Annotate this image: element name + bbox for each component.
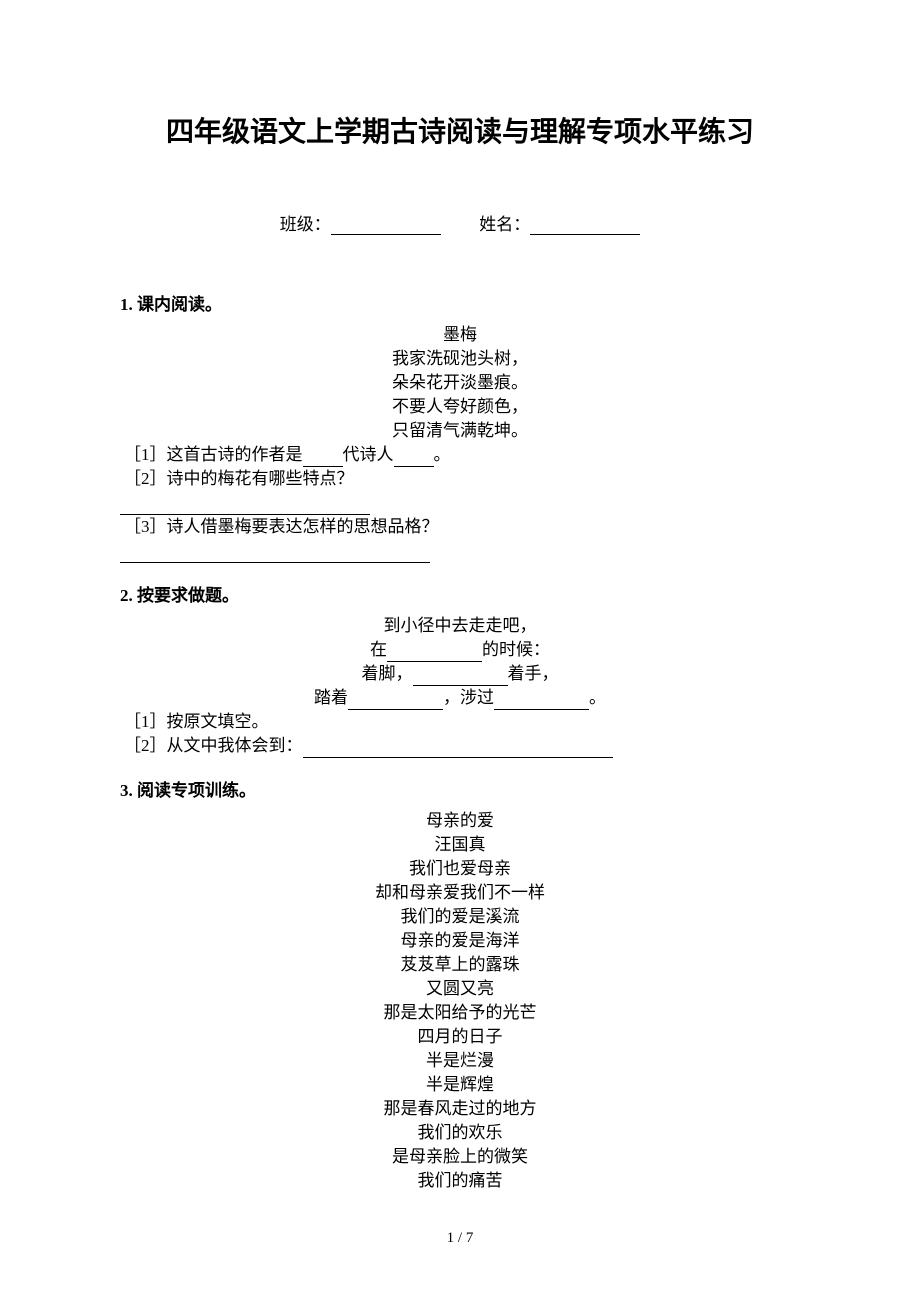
q1-1-text: 代诗人 bbox=[343, 445, 394, 464]
q1-1-blank-1[interactable] bbox=[303, 449, 343, 467]
poem-3-line: 那是太阳给予的光芒 bbox=[120, 1001, 800, 1025]
poem-3-line: 母亲的爱是海洋 bbox=[120, 929, 800, 953]
poem-3-line: 四月的日子 bbox=[120, 1025, 800, 1049]
q1-2: ［2］诗中的梅花有哪些特点？ bbox=[124, 467, 800, 491]
poem-3-line: 芨芨草上的露珠 bbox=[120, 953, 800, 977]
s2-blank[interactable] bbox=[387, 644, 482, 662]
q1-2-answer-line[interactable] bbox=[120, 491, 800, 515]
q2-2-text: ［2］从文中我体会到： bbox=[124, 736, 303, 755]
page-number: 1 / 7 bbox=[0, 1230, 920, 1247]
s2-line-1: 到小径中去走走吧， bbox=[120, 614, 800, 638]
name-label: 姓名： bbox=[479, 215, 530, 234]
s2-text: 在 bbox=[370, 640, 387, 659]
poem-3-line: 那是春风走过的地方 bbox=[120, 1097, 800, 1121]
s2-text: 。 bbox=[589, 688, 606, 707]
poem-3-line: 半是烂漫 bbox=[120, 1049, 800, 1073]
poem-1-line: 我家洗砚池头树， bbox=[120, 347, 800, 371]
s2-blank[interactable] bbox=[348, 692, 443, 710]
s2-text: 的时候： bbox=[482, 640, 550, 659]
poem-3-author: 汪国真 bbox=[120, 833, 800, 857]
s2-line-4: 踏着 ，涉过 。 bbox=[120, 686, 800, 710]
class-label: 班级： bbox=[280, 215, 331, 234]
poem-3-line: 我们的痛苦 bbox=[120, 1169, 800, 1193]
section-2-heading: 2. 按要求做题。 bbox=[120, 581, 800, 606]
q2-2-blank[interactable] bbox=[303, 744, 613, 758]
q2-2: ［2］从文中我体会到： bbox=[124, 734, 800, 758]
s2-blank[interactable] bbox=[413, 668, 508, 686]
student-info-line: 班级： 姓名： bbox=[120, 210, 800, 235]
document-title: 四年级语文上学期古诗阅读与理解专项水平练习 bbox=[120, 110, 800, 150]
s2-line-2: 在 的时候： bbox=[120, 638, 800, 662]
q1-1-text: ［1］这首古诗的作者是 bbox=[124, 445, 303, 464]
name-blank[interactable] bbox=[530, 217, 640, 235]
q2-1: ［1］按原文填空。 bbox=[124, 710, 800, 734]
s2-blank[interactable] bbox=[494, 692, 589, 710]
section-3-heading: 3. 阅读专项训练。 bbox=[120, 776, 800, 801]
q1-3-answer-line[interactable] bbox=[120, 539, 800, 563]
q1-3: ［3］诗人借墨梅要表达怎样的思想品格？ bbox=[124, 515, 800, 539]
poem-3-line: 半是辉煌 bbox=[120, 1073, 800, 1097]
section-1-heading: 1. 课内阅读。 bbox=[120, 290, 800, 315]
poem-1-line: 不要人夸好颜色， bbox=[120, 395, 800, 419]
poem-1-title: 墨梅 bbox=[120, 323, 800, 347]
poem-3-line: 我们的欢乐 bbox=[120, 1121, 800, 1145]
s2-text: 踏着 bbox=[314, 688, 348, 707]
poem-3-line: 我们的爱是溪流 bbox=[120, 905, 800, 929]
s2-text: 着脚， bbox=[362, 664, 413, 683]
poem-3-line: 是母亲脸上的微笑 bbox=[120, 1145, 800, 1169]
q1-1-blank-2[interactable] bbox=[394, 449, 434, 467]
q1-1: ［1］这首古诗的作者是 代诗人 。 bbox=[124, 443, 800, 467]
class-blank[interactable] bbox=[331, 217, 441, 235]
s2-text: 着手， bbox=[508, 664, 559, 683]
poem-1-line: 朵朵花开淡墨痕。 bbox=[120, 371, 800, 395]
poem-3-title: 母亲的爱 bbox=[120, 809, 800, 833]
poem-3-line: 却和母亲爱我们不一样 bbox=[120, 881, 800, 905]
q1-1-text: 。 bbox=[434, 445, 451, 464]
s2-text: ，涉过 bbox=[443, 688, 494, 707]
poem-3-line: 我们也爱母亲 bbox=[120, 857, 800, 881]
poem-3-line: 又圆又亮 bbox=[120, 977, 800, 1001]
s2-line-3: 着脚， 着手， bbox=[120, 662, 800, 686]
poem-1-line: 只留清气满乾坤。 bbox=[120, 419, 800, 443]
